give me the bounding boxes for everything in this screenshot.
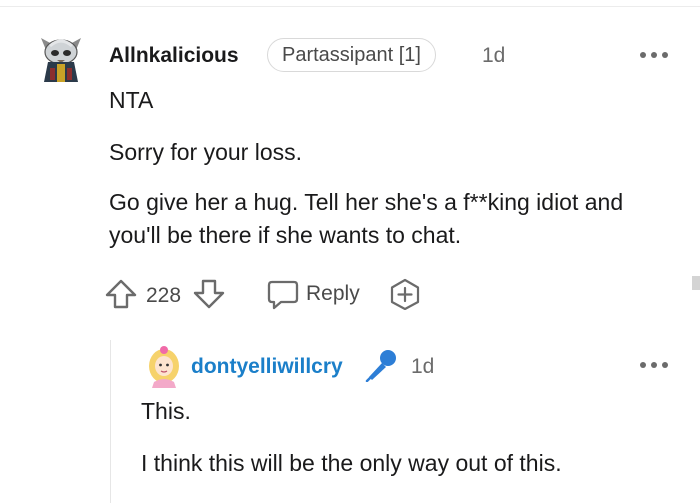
reply-paragraph: I think this will be the only way out of… <box>141 450 562 476</box>
top-divider <box>0 0 700 7</box>
scrollbar-thumb[interactable] <box>692 276 700 290</box>
more-options-icon[interactable] <box>640 360 668 370</box>
user-avatar[interactable] <box>38 30 84 84</box>
user-flair: Partassipant [1] <box>267 38 436 72</box>
comment-timestamp[interactable]: 1d <box>482 44 505 68</box>
thread-line[interactable] <box>110 340 111 503</box>
arrow-up-outline-icon <box>105 279 137 309</box>
plus-hexagon-icon <box>390 278 420 310</box>
downvote-button[interactable] <box>192 278 226 310</box>
comment-author[interactable]: Allnkalicious <box>109 44 239 68</box>
comment-paragraph: Sorry for your loss. <box>109 139 302 165</box>
more-options-icon[interactable] <box>640 50 668 60</box>
award-button[interactable] <box>388 278 422 310</box>
user-avatar[interactable] <box>146 346 182 388</box>
upvote-button[interactable] <box>104 278 138 310</box>
speech-bubble-icon <box>267 280 299 310</box>
microphone-icon <box>365 350 396 382</box>
vote-count: 228 <box>146 284 182 307</box>
reply-label: Reply <box>306 282 360 305</box>
comment-paragraph: NTA <box>109 87 154 113</box>
comment-paragraph: Go give her a hug. Tell her she's a f**k… <box>109 189 624 248</box>
reply-timestamp[interactable]: 1d <box>411 355 434 379</box>
reply-button[interactable]: Reply <box>266 278 360 310</box>
reply-author[interactable]: dontyelliwillcry <box>191 355 343 379</box>
arrow-down-outline-icon <box>193 279 225 309</box>
reply-paragraph: This. <box>141 398 191 424</box>
